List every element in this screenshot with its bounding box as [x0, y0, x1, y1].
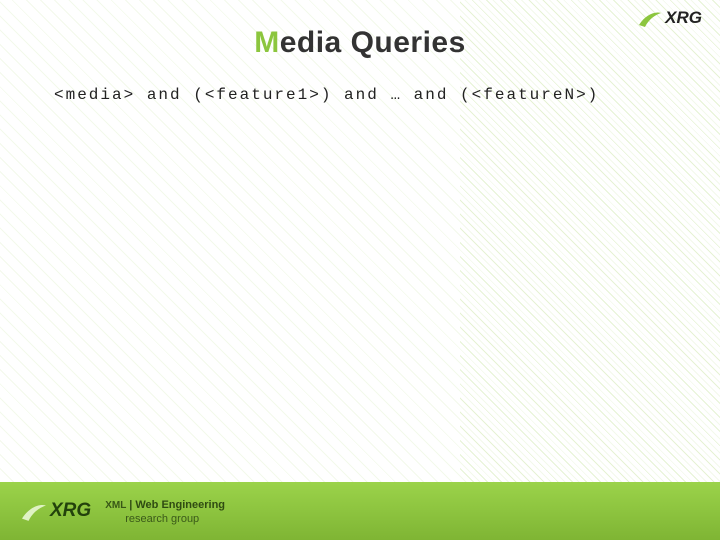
- code-syntax-line: <media> and (<feature1>) and … and (<fea…: [54, 86, 599, 104]
- footer-bar: XRG XML | Web Engineering research group: [0, 482, 720, 540]
- footer-line1-main: Web Engineering: [135, 499, 225, 511]
- brand-name-footer: XRG: [50, 500, 91, 522]
- top-right-logo: XRG: [639, 8, 702, 28]
- footer-xml-prefix: XML: [105, 500, 126, 511]
- swoosh-icon: [639, 9, 661, 27]
- footer-text-block: XML | Web Engineering research group: [105, 499, 225, 525]
- title-accent: M: [254, 26, 280, 59]
- swoosh-icon: [22, 501, 46, 521]
- footer-logo: XRG: [22, 500, 91, 522]
- background-hatch: [0, 0, 720, 540]
- footer-line2: research group: [125, 513, 199, 525]
- slide-title: Media Queries: [0, 26, 720, 60]
- title-rest: edia Queries: [280, 26, 466, 59]
- brand-name: XRG: [665, 8, 702, 28]
- background-hatch-dense: [460, 0, 720, 540]
